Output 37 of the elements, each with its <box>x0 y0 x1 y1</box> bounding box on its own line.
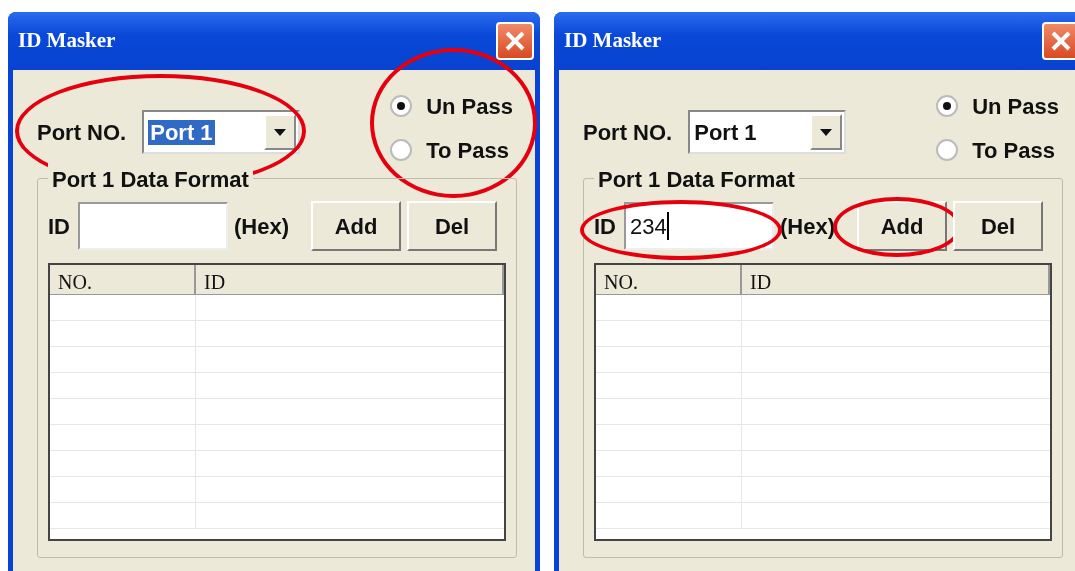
action-button[interactable]: Add <box>311 201 401 251</box>
window-title: ID Masker <box>564 27 662 55</box>
radio-button[interactable] <box>390 139 413 161</box>
close-icon <box>1050 30 1072 52</box>
column-header[interactable]: NO. <box>50 265 196 294</box>
port-label: Port NO. <box>583 118 673 147</box>
action-button[interactable]: Add <box>857 201 947 251</box>
column-header[interactable]: ID <box>196 265 504 294</box>
action-button[interactable]: Del <box>407 201 497 251</box>
text-cursor <box>666 212 669 240</box>
close-icon <box>504 30 526 52</box>
id-label: ID <box>48 212 70 241</box>
hex-label: (Hex) <box>234 212 289 241</box>
dropdown-button[interactable] <box>810 114 843 150</box>
close-button[interactable] <box>496 22 534 60</box>
caret-icon <box>820 128 833 136</box>
radio-option[interactable]: To Pass <box>390 128 513 172</box>
id-input-field[interactable]: 234 <box>624 202 774 250</box>
action-button[interactable]: Del <box>953 201 1043 251</box>
column-header[interactable]: ID <box>742 265 1050 294</box>
radio-option[interactable]: Un Pass <box>390 84 513 128</box>
port-dropdown[interactable]: Port 1 <box>688 110 847 154</box>
hex-label: (Hex) <box>780 212 835 241</box>
close-button[interactable] <box>1042 22 1075 60</box>
radio-option[interactable]: Un Pass <box>936 84 1059 128</box>
window-title: ID Masker <box>18 27 116 55</box>
port-label: Port NO. <box>37 118 127 147</box>
id-input-field[interactable] <box>78 202 228 250</box>
radio-option[interactable]: To Pass <box>936 128 1059 172</box>
dropdown-button[interactable] <box>264 114 297 150</box>
caret-icon <box>274 128 287 136</box>
id-label: ID <box>594 212 616 241</box>
port-dropdown[interactable]: Port 1 <box>142 110 301 154</box>
column-header[interactable]: NO. <box>596 265 742 294</box>
radio-button[interactable] <box>936 139 959 161</box>
radio-button[interactable] <box>390 95 413 117</box>
radio-button[interactable] <box>936 95 959 117</box>
